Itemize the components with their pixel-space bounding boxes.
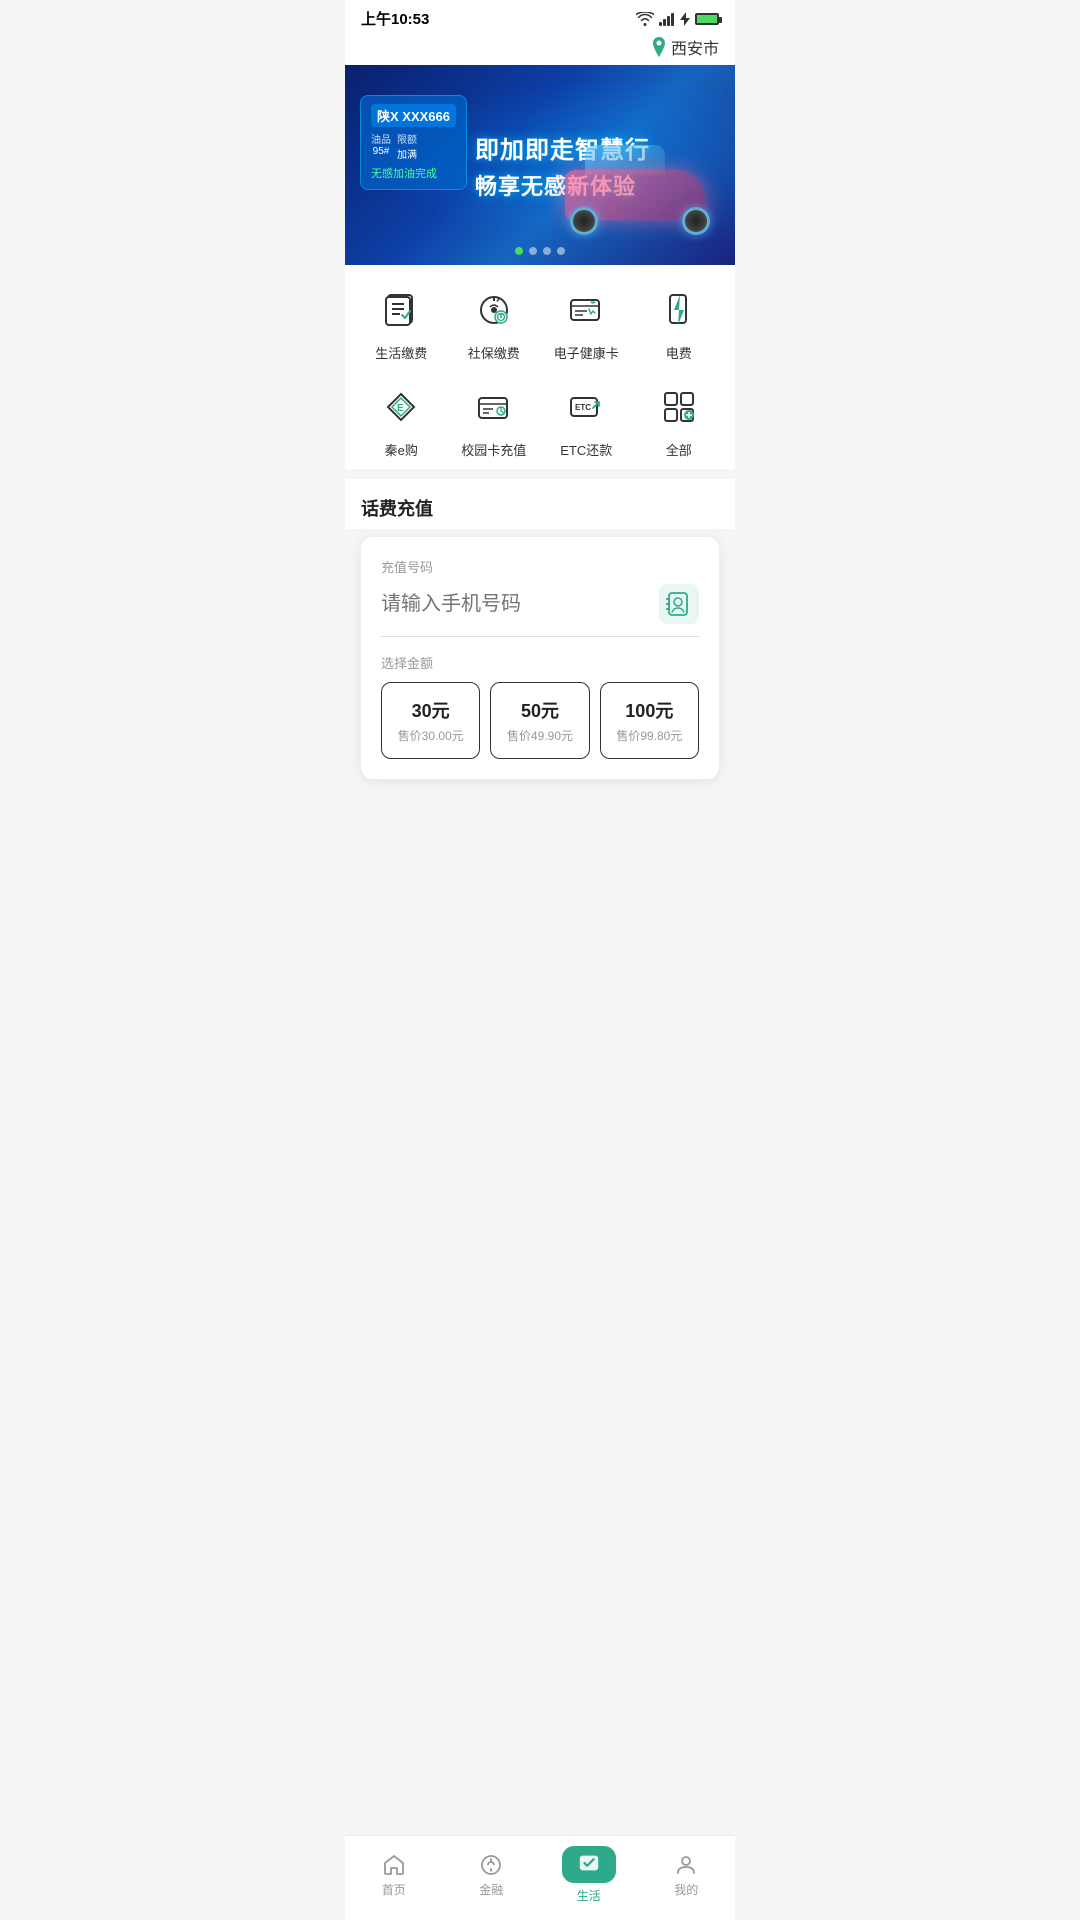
- amount-50[interactable]: 50元 售价49.90元: [490, 682, 589, 759]
- nav-home[interactable]: 首页: [359, 1853, 429, 1898]
- nav-life-label: 生活: [577, 1887, 601, 1904]
- amount-100[interactable]: 100元 售价99.80元: [600, 682, 699, 759]
- charging-icon: [680, 12, 690, 26]
- recharge-title: 话费充值: [345, 479, 735, 529]
- menu-electric[interactable]: 电费: [633, 285, 726, 362]
- campus-icon: [469, 382, 519, 432]
- menu-shebao-label: 社保缴费: [468, 343, 520, 362]
- amount-label: 选择金额: [381, 653, 699, 672]
- location-city: 西安市: [671, 35, 719, 59]
- life-icon: [578, 1852, 600, 1874]
- menu-campus-label: 校园卡充值: [461, 440, 526, 459]
- status-time: 上午10:53: [361, 8, 429, 29]
- amount-50-price: 售价49.90元: [499, 727, 580, 744]
- etc-icon: ETC: [561, 382, 611, 432]
- status-icons: [636, 12, 719, 26]
- nav-mine[interactable]: 我的: [651, 1853, 721, 1898]
- banner-dots: [515, 247, 565, 255]
- recharge-card: 充值号码 选择金额 30元 售价30.00元 50元: [361, 537, 719, 779]
- amount-30-value: 30元: [390, 697, 471, 723]
- finance-icon: [479, 1853, 503, 1877]
- amount-50-value: 50元: [499, 697, 580, 723]
- health-icon: [561, 285, 611, 335]
- mine-icon: [674, 1853, 698, 1877]
- amount-30-price: 售价30.00元: [390, 727, 471, 744]
- menu-shenghuo-label: 生活缴费: [375, 343, 427, 362]
- dot-2: [529, 247, 537, 255]
- contact-book-icon[interactable]: [659, 584, 699, 624]
- phone-input[interactable]: [381, 593, 659, 616]
- home-icon: [382, 1853, 406, 1877]
- status-bar: 上午10:53: [345, 0, 735, 33]
- wifi-icon: [636, 12, 654, 26]
- banner-success: 无感加油完成: [371, 165, 456, 181]
- nav-mine-label: 我的: [674, 1881, 698, 1898]
- amount-100-price: 售价99.80元: [609, 727, 690, 744]
- menu-health[interactable]: 电子健康卡: [540, 285, 633, 362]
- quick-menu: 生活缴费 社保缴费: [345, 265, 735, 469]
- recharge-input-row: [381, 584, 699, 637]
- nav-home-label: 首页: [382, 1881, 406, 1898]
- menu-etc-label: ETC还款: [560, 440, 612, 459]
- plate-number: 陕X XXX666: [371, 104, 456, 127]
- menu-health-label: 电子健康卡: [554, 343, 619, 362]
- menu-electric-label: 电费: [666, 343, 692, 362]
- banner-info-row: 油品 95# 限额 加满: [371, 131, 456, 161]
- menu-campus[interactable]: 校园卡充值: [448, 382, 541, 459]
- amount-options: 30元 售价30.00元 50元 售价49.90元 100元 售价99.80元: [381, 682, 699, 759]
- dot-1: [515, 247, 523, 255]
- menu-qin-label: 秦e购: [385, 440, 418, 459]
- nav-life[interactable]: 生活: [554, 1846, 624, 1904]
- menu-shenghuo[interactable]: 生活缴费: [355, 285, 448, 362]
- banner-car: [555, 155, 715, 235]
- banner-info-limit: 限额 加满: [397, 131, 417, 161]
- diamond-icon: E: [376, 382, 426, 432]
- electric-icon: [654, 285, 704, 335]
- banner-info-oil: 油品 95#: [371, 131, 391, 161]
- menu-shebao[interactable]: 社保缴费: [448, 285, 541, 362]
- nav-finance[interactable]: 金融: [456, 1853, 526, 1898]
- svg-text:ETC: ETC: [575, 403, 591, 412]
- nav-finance-label: 金融: [479, 1881, 503, 1898]
- shebao-icon: [469, 285, 519, 335]
- receipt-icon: [376, 285, 426, 335]
- grid-icon: [654, 382, 704, 432]
- dot-3: [543, 247, 551, 255]
- bottom-nav: 首页 金融 生活 我的: [345, 1835, 735, 1920]
- dot-4: [557, 247, 565, 255]
- svg-text:E: E: [397, 403, 404, 414]
- menu-qin[interactable]: E 秦e购: [355, 382, 448, 459]
- location-icon: [651, 37, 667, 57]
- menu-all-label: 全部: [666, 440, 692, 459]
- location-bar: 西安市: [345, 33, 735, 65]
- menu-etc[interactable]: ETC ETC还款: [540, 382, 633, 459]
- amount-30[interactable]: 30元 售价30.00元: [381, 682, 480, 759]
- signal-icon: [659, 12, 675, 26]
- menu-all[interactable]: 全部: [633, 382, 726, 459]
- amount-100-value: 100元: [609, 697, 690, 723]
- battery-icon: [695, 13, 719, 25]
- banner: 陕X XXX666 油品 95# 限额 加满 无感加油完成 即加即走智慧行 畅享…: [345, 65, 735, 265]
- banner-card: 陕X XXX666 油品 95# 限额 加满 无感加油完成: [360, 95, 467, 190]
- recharge-input-label: 充值号码: [381, 557, 699, 576]
